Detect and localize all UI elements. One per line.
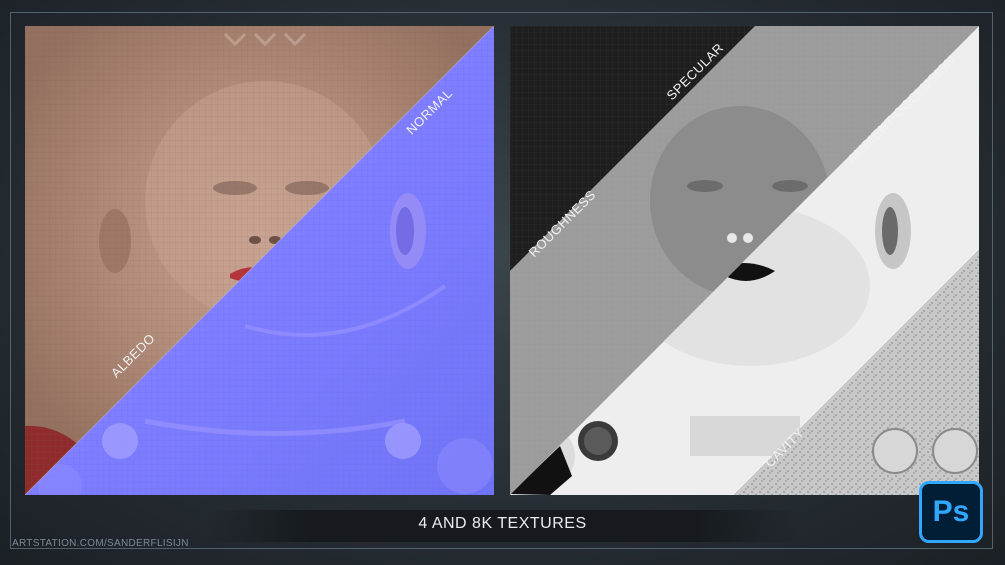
- credit-link: ARTSTATION.COM/SANDERFLISIJN: [12, 538, 189, 549]
- caption: 4 AND 8K TEXTURES: [418, 515, 587, 532]
- albedo-normal-texture: [25, 26, 494, 495]
- albedo-normal-panel: ALBEDO NORMAL: [25, 26, 494, 495]
- photoshop-logo-icon: Ps: [919, 481, 983, 543]
- roughness-specular-ao-cavity-panel: SPECULAR ROUGHNESS AMBIENT OCCLUSION CAV…: [510, 26, 979, 495]
